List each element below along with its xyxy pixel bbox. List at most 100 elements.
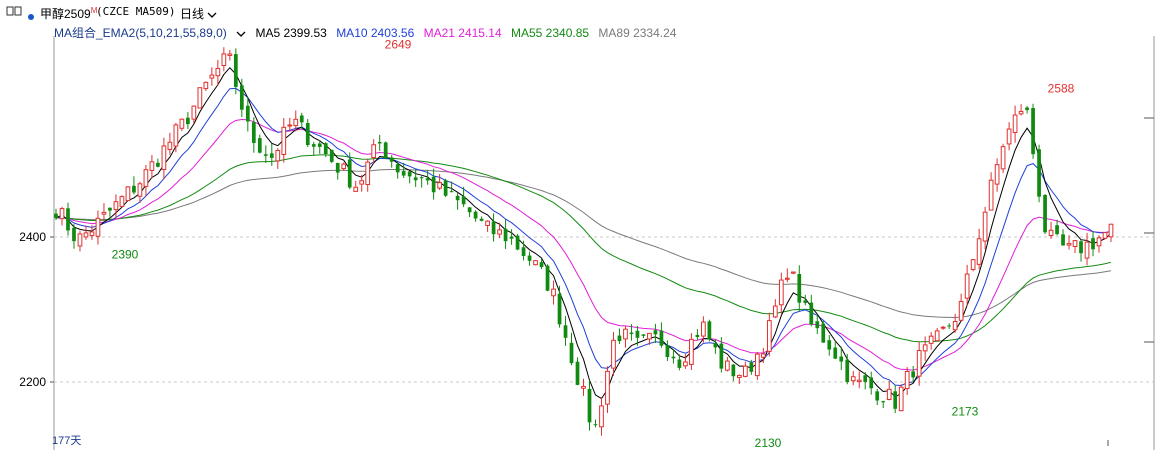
candle — [665, 340, 670, 362]
candle-body — [186, 117, 190, 125]
candle-body — [821, 323, 826, 343]
candle — [335, 162, 340, 180]
candle-body — [311, 144, 316, 147]
candle — [377, 134, 382, 151]
candle — [101, 203, 107, 222]
candle — [934, 327, 940, 342]
candle — [72, 224, 76, 249]
candle-body — [647, 332, 652, 340]
candle-body — [940, 326, 946, 329]
candle-body — [827, 340, 832, 350]
candle-body — [359, 180, 365, 185]
candle — [940, 326, 946, 330]
candle — [389, 155, 394, 168]
candle — [911, 365, 916, 382]
candle-body — [611, 339, 616, 369]
candle — [1025, 105, 1029, 114]
candle-body — [365, 161, 371, 186]
candle-body — [515, 235, 520, 250]
price-annotation: 2130 — [755, 436, 782, 450]
candle — [431, 168, 436, 200]
candle-body — [503, 228, 508, 242]
candle-body — [736, 374, 742, 378]
candle — [772, 299, 778, 319]
candle — [587, 380, 592, 431]
candle-body — [1025, 107, 1029, 111]
candle-body — [665, 345, 670, 358]
candle — [1091, 231, 1095, 257]
candle-body — [749, 362, 754, 372]
candle — [407, 170, 412, 184]
candle — [83, 225, 89, 240]
candle-body — [1018, 110, 1024, 115]
candlestick-chart[interactable]: 2200 2400 2649 2390 2588 2130 2173 — [0, 0, 1161, 450]
candle — [964, 264, 970, 306]
candle-body — [617, 335, 622, 342]
candle-body — [509, 236, 514, 239]
candle-body — [461, 196, 466, 205]
candle — [1072, 239, 1078, 253]
candle — [341, 162, 347, 171]
y-tick-label: 2200 — [19, 375, 46, 389]
candle — [869, 371, 874, 395]
candle — [179, 118, 185, 132]
candle — [329, 149, 334, 164]
candle-body — [221, 53, 227, 67]
candle — [251, 117, 256, 153]
candle — [605, 366, 610, 413]
candle-body — [784, 277, 790, 280]
candle-body — [947, 325, 952, 327]
candle — [731, 364, 736, 382]
candle — [221, 47, 227, 72]
candle-body — [347, 159, 352, 188]
candle — [575, 357, 580, 386]
candle-body — [1091, 238, 1095, 250]
candle-body — [83, 232, 89, 238]
candle-body — [1006, 128, 1012, 145]
candle-body — [689, 338, 694, 365]
candle — [66, 202, 70, 236]
candle-body — [707, 321, 712, 340]
candle-body — [869, 377, 874, 389]
candle — [563, 316, 568, 346]
candle-body — [881, 401, 886, 403]
candle — [269, 143, 274, 166]
candle-body — [1102, 232, 1108, 239]
candle-body — [545, 265, 550, 291]
candle-body — [809, 302, 814, 325]
candle — [59, 206, 65, 226]
candle — [551, 280, 556, 305]
candle-body — [1072, 240, 1078, 248]
candle-body — [167, 141, 173, 150]
candle — [263, 145, 268, 163]
candle-body — [227, 53, 233, 56]
candle — [695, 329, 700, 341]
candle-body — [581, 385, 586, 389]
candle — [821, 320, 826, 343]
candle-body — [485, 220, 490, 226]
candle — [623, 325, 628, 348]
candle — [77, 230, 83, 252]
candle — [233, 48, 238, 95]
candle-body — [455, 195, 460, 201]
ma55-line — [55, 154, 1112, 343]
candle — [581, 378, 586, 396]
candle — [766, 312, 772, 357]
candle-body — [149, 161, 155, 171]
candle-body — [527, 255, 532, 261]
candle-body — [281, 126, 287, 156]
candle-body — [77, 233, 83, 247]
candle-body — [341, 163, 347, 170]
candle-body — [449, 191, 454, 193]
candle-body — [245, 105, 250, 122]
candle — [994, 158, 1000, 192]
price-annotation: 2390 — [112, 247, 139, 261]
candle-body — [677, 359, 682, 368]
candle — [143, 165, 149, 197]
candle — [1012, 105, 1018, 143]
candle-body — [203, 81, 209, 90]
candle-body — [904, 371, 910, 390]
candle-body — [269, 153, 274, 158]
candle — [557, 285, 562, 328]
candle — [149, 154, 155, 179]
